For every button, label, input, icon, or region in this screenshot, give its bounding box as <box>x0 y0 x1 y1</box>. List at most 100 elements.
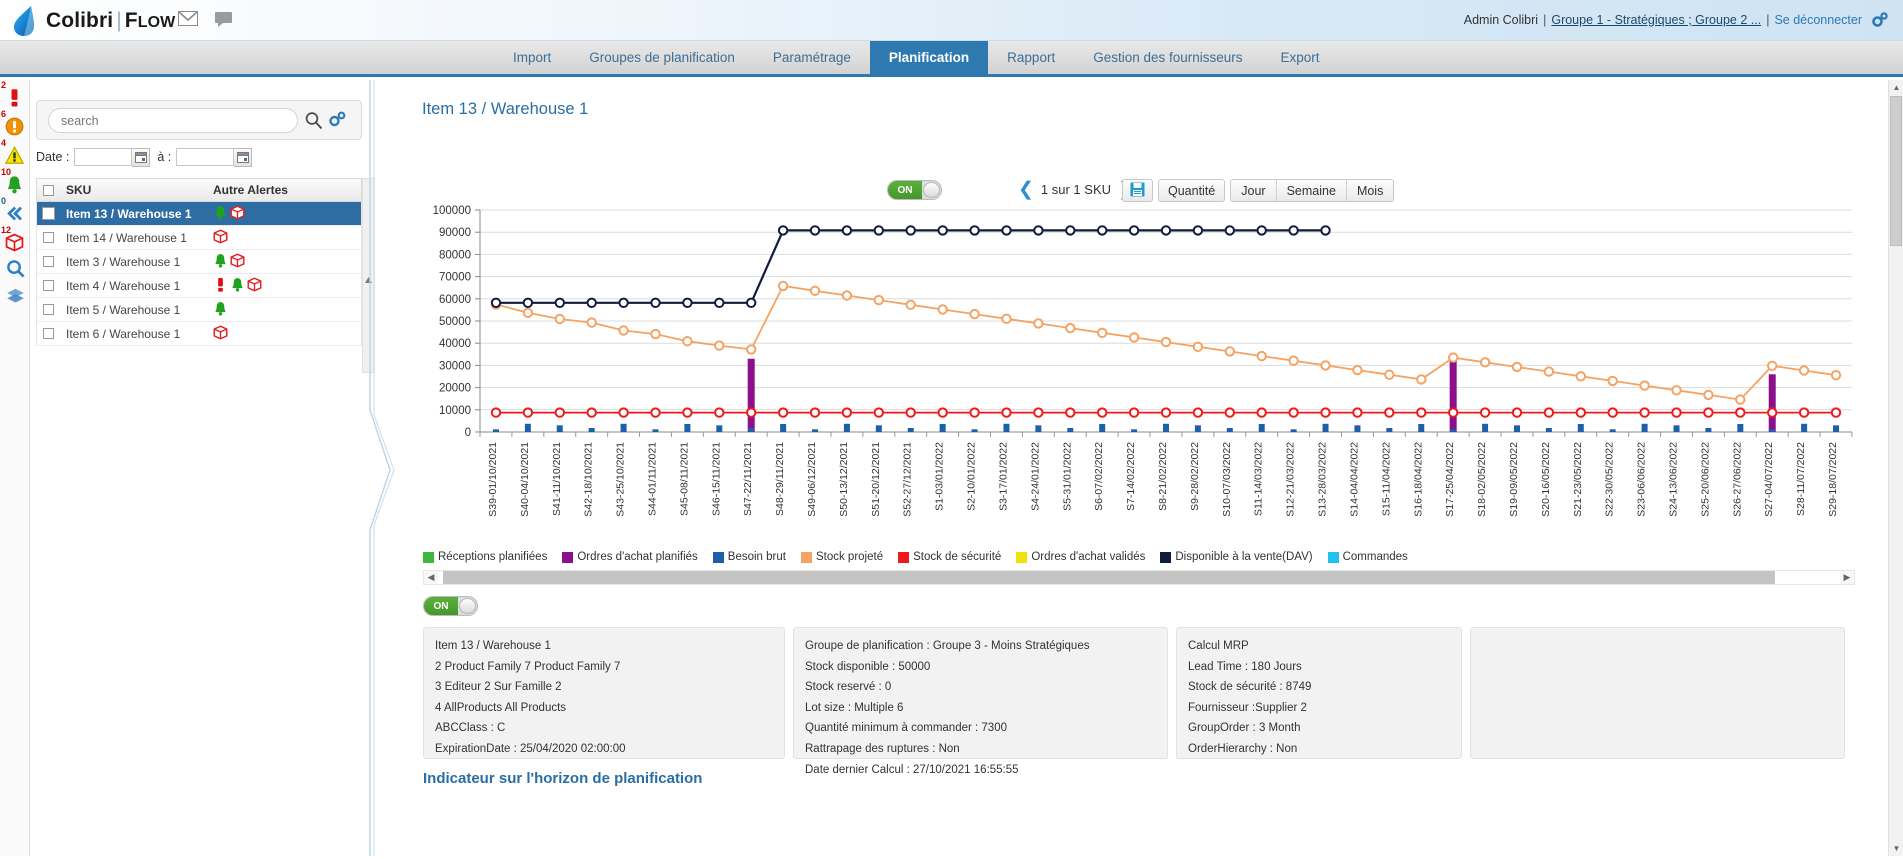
details-toggle[interactable]: ON <box>423 596 478 616</box>
legend-item[interactable]: Besoin brut <box>713 551 786 563</box>
box-red-icon[interactable] <box>230 253 245 271</box>
card-line: 4 AllProducts All Products <box>435 698 773 719</box>
gear-icon[interactable] <box>1871 12 1889 28</box>
legend-item[interactable]: Stock projeté <box>801 551 883 563</box>
legend-item[interactable]: Ordres d'achat validés <box>1016 551 1145 563</box>
save-button[interactable] <box>1122 179 1153 202</box>
svg-text:S16-18/04/2022: S16-18/04/2022 <box>1412 442 1424 517</box>
search-input[interactable] <box>48 108 298 133</box>
legend-item[interactable]: Stock de sécurité <box>898 551 1001 563</box>
search-icon[interactable] <box>305 111 323 130</box>
box-red-icon[interactable] <box>247 277 262 295</box>
row-checkbox[interactable] <box>37 304 60 315</box>
logout-link[interactable]: Se déconnecter <box>1774 13 1862 27</box>
nav-item-gestion-des-fournisseurs[interactable]: Gestion des fournisseurs <box>1074 41 1261 74</box>
scroll-left-icon[interactable]: ◀ <box>424 571 438 584</box>
card-line: 3 Editeur 2 Sur Famille 2 <box>435 677 773 698</box>
svg-text:S27-04/07/2022: S27-04/07/2022 <box>1763 442 1775 517</box>
scroll-down-icon[interactable]: ▼ <box>1889 841 1903 856</box>
row-checkbox[interactable] <box>37 280 60 291</box>
quantity-button[interactable]: Quantité <box>1158 179 1225 202</box>
card-line: Item 13 / Warehouse 1 <box>435 636 773 657</box>
alert-rail-entry[interactable]: 12 <box>0 225 30 254</box>
svg-text:S25-20/06/2022: S25-20/06/2022 <box>1699 442 1711 517</box>
alert-rail-entry[interactable]: 0 <box>0 196 30 225</box>
warning-orange-circle-icon[interactable] <box>5 117 26 138</box>
scroll-right-icon[interactable]: ▶ <box>1840 571 1854 584</box>
svg-text:S3-17/01/2022: S3-17/01/2022 <box>997 442 1009 511</box>
svg-text:S20-16/05/2022: S20-16/05/2022 <box>1540 442 1552 517</box>
legend-item[interactable]: Disponible à la vente(DAV) <box>1160 551 1312 563</box>
planning-chart[interactable]: 0100002000030000400005000060000700008000… <box>420 202 1860 547</box>
bell-green-icon[interactable] <box>213 301 228 319</box>
legend-label: Commandes <box>1343 551 1408 563</box>
table-row[interactable]: Item 4 / Warehouse 1 <box>36 274 362 298</box>
legend-item[interactable]: Commandes <box>1328 551 1408 563</box>
warning-yellow-triangle-icon[interactable] <box>5 146 26 167</box>
bell-green-icon[interactable] <box>213 253 228 271</box>
alert-rail-entry[interactable]: 4 <box>0 138 30 167</box>
box-red-icon[interactable] <box>230 205 245 223</box>
legend-item[interactable]: Réceptions planifiées <box>423 551 547 563</box>
alert-rail-entry[interactable]: 10 <box>0 167 30 196</box>
nav-item-export[interactable]: Export <box>1262 41 1339 74</box>
chart-toggle-state: ON <box>888 181 922 199</box>
table-row[interactable]: Item 5 / Warehouse 1 <box>36 298 362 322</box>
nav-item-planification[interactable]: Planification <box>870 41 988 74</box>
row-checkbox[interactable] <box>37 328 60 339</box>
svg-text:30000: 30000 <box>439 360 471 372</box>
svg-text:20000: 20000 <box>439 383 471 395</box>
chat-icon[interactable] <box>214 11 234 27</box>
bell-green-icon[interactable] <box>5 175 26 196</box>
granularity-jour-button[interactable]: Jour <box>1231 180 1276 201</box>
collapse-double-chevron-icon[interactable] <box>5 204 26 225</box>
chevron-left-icon[interactable]: ❮ <box>1018 180 1034 199</box>
nav-item-param-trage[interactable]: Paramétrage <box>754 41 870 74</box>
search-icon[interactable] <box>0 254 30 282</box>
row-checkbox[interactable] <box>37 207 60 220</box>
chart-display-toggle[interactable]: ON <box>887 180 942 200</box>
account-groups-link[interactable]: Groupe 1 - Stratégiques ; Groupe 2 ... <box>1551 13 1761 27</box>
table-row[interactable]: Item 13 / Warehouse 1 <box>36 202 362 226</box>
granularity-mois-button[interactable]: Mois <box>1347 180 1393 201</box>
box-red-icon[interactable] <box>213 325 228 343</box>
page-scrollbar[interactable]: ▲ ▼ <box>1888 80 1903 856</box>
gear-settings-icon[interactable] <box>327 110 349 129</box>
box-red-icon[interactable] <box>213 229 228 247</box>
nav-item-groupes-de-planification[interactable]: Groupes de planification <box>570 41 754 74</box>
alert-rail-entry[interactable]: 6 <box>0 109 30 138</box>
row-checkbox[interactable] <box>37 232 60 243</box>
chart-horizontal-scrollbar[interactable]: ◀ ▶ <box>423 570 1855 585</box>
bell-green-icon[interactable] <box>213 205 228 223</box>
scroll-thumb[interactable] <box>443 571 1775 584</box>
table-row[interactable]: Item 14 / Warehouse 1 <box>36 226 362 250</box>
card-line: Stock reservé : 0 <box>805 677 1156 698</box>
granularity-semaine-button[interactable]: Semaine <box>1277 180 1347 201</box>
scroll-up-icon[interactable]: ▲ <box>1889 80 1903 95</box>
exclamation-red-icon[interactable] <box>5 88 26 109</box>
scroll-thumb[interactable] <box>1890 96 1902 246</box>
card-line: GroupOrder : 3 Month <box>1188 718 1450 739</box>
table-row[interactable]: Item 6 / Warehouse 1 <box>36 322 362 346</box>
row-sku-label: Item 14 / Warehouse 1 <box>60 231 208 245</box>
table-row[interactable]: Item 3 / Warehouse 1 <box>36 250 362 274</box>
row-checkbox[interactable] <box>37 256 60 267</box>
nav-item-rapport[interactable]: Rapport <box>988 41 1074 74</box>
box-red-icon[interactable] <box>5 233 26 254</box>
exclamation-red-icon[interactable] <box>213 277 228 295</box>
mail-icon[interactable] <box>178 11 198 27</box>
select-all-checkbox[interactable] <box>37 185 60 196</box>
scroll-track[interactable] <box>438 571 1840 584</box>
svg-text:S52-27/12/2021: S52-27/12/2021 <box>902 442 914 517</box>
layers-icon[interactable] <box>0 282 30 310</box>
date-from-input[interactable] <box>74 148 132 166</box>
alert-rail-entry[interactable]: 2 <box>0 80 30 109</box>
calendar-icon[interactable] <box>132 148 150 167</box>
date-to-input[interactable] <box>176 148 234 166</box>
bell-green-icon[interactable] <box>230 277 245 295</box>
nav-item-import[interactable]: Import <box>494 41 570 74</box>
legend-item[interactable]: Ordres d'achat planifiés <box>562 551 697 563</box>
legend-label: Besoin brut <box>728 551 786 563</box>
calendar-icon[interactable] <box>234 148 252 167</box>
app-logo[interactable]: Colibri|FLOW <box>10 0 175 41</box>
